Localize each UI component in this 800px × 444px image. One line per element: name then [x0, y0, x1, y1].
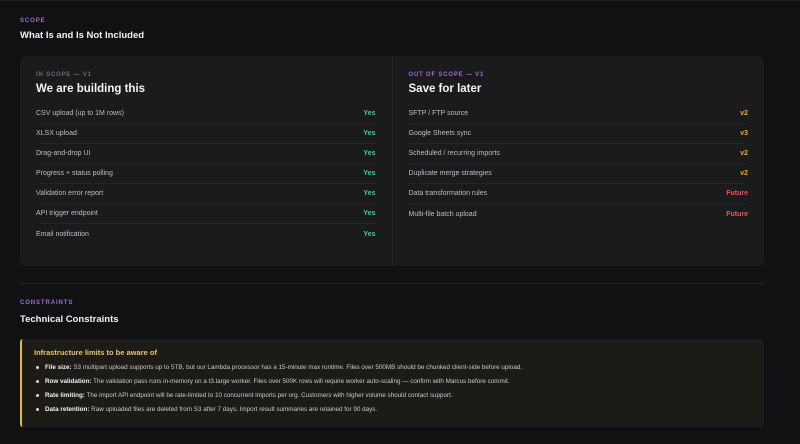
in-scope-label: IN SCOPE — V1	[36, 72, 92, 78]
scope-row: XLSX upload Yes	[36, 124, 376, 144]
scope-item-status: Future	[726, 210, 748, 218]
in-scope-column: IN SCOPE — V1 We are building this CSV u…	[20, 56, 393, 266]
scope-item-status: Yes	[363, 190, 376, 197]
scope-item-name: Email notification	[36, 230, 89, 238]
scope-item-status: Yes	[363, 110, 376, 117]
scope-section-label: SCOPE	[20, 18, 46, 24]
constraints-section-title: Technical Constraints	[20, 314, 119, 325]
scope-item-name: Drag-and-drop UI	[36, 150, 91, 157]
top-divider	[0, 0, 800, 1]
scope-item-status: v2	[740, 110, 748, 117]
scope-item-status: Yes	[363, 170, 376, 177]
scope-row: Email notification Yes	[36, 224, 376, 244]
scope-row: API trigger endpoint Yes	[36, 204, 376, 224]
scope-row: CSV upload (up to 1M rows) Yes	[36, 104, 376, 124]
constraint-text: The validation pass runs in-memory on a …	[91, 378, 510, 385]
scope-item-status: Yes	[363, 130, 376, 137]
scope-row: SFTP / FTP source v2	[408, 104, 748, 124]
constraint-term: File size:	[45, 364, 72, 371]
scope-item-name: API trigger endpoint	[36, 210, 98, 217]
scope-row: Google Sheets sync v3	[408, 124, 748, 144]
scope-item-status: Yes	[363, 230, 376, 238]
constraint-text: Raw uploaded files are deleted from S3 a…	[89, 406, 378, 413]
out-scope-list: SFTP / FTP source v2 Google Sheets sync v3 S…	[393, 104, 765, 224]
scope-item-status: v3	[740, 130, 748, 137]
constraint-term: Rate limiting:	[45, 392, 85, 399]
constraint-text: The import API endpoint will be rate-lim…	[84, 392, 453, 399]
scope-item-name: Validation error report	[36, 190, 104, 197]
scope-row: Scheduled / recurring imports v2	[408, 144, 748, 164]
out-scope-label: OUT OF SCOPE — V1	[408, 72, 485, 78]
scope-item-name: Multi-file batch upload	[408, 210, 477, 218]
scope-item-status: v2	[740, 150, 748, 157]
scope-item-status: Yes	[363, 210, 376, 217]
callout-title: Infrastructure limits to be aware of	[34, 348, 157, 357]
scope-card: IN SCOPE — V1 We are building this CSV u…	[20, 56, 764, 266]
scope-item-name: Scheduled / recurring imports	[408, 150, 500, 157]
scope-item-name: XLSX upload	[36, 130, 77, 137]
constraints-list: File size: S3 multipart upload supports …	[34, 361, 752, 417]
constraint-item: Row validation: The validation pass runs…	[34, 375, 752, 389]
constraint-item: File size: S3 multipart upload supports …	[34, 361, 752, 375]
scope-item-status: Yes	[363, 150, 376, 157]
scope-row: Progress + status polling Yes	[36, 164, 376, 184]
scope-item-name: Data transformation rules	[408, 190, 488, 197]
scope-row: Validation error report Yes	[36, 184, 376, 204]
infrastructure-callout: Infrastructure limits to be aware of Fil…	[20, 339, 764, 427]
scope-row: Duplicate merge strategies v2	[408, 164, 748, 184]
constraint-item: Data retention: Raw uploaded files are d…	[34, 403, 752, 417]
out-scope-title: Save for later	[408, 83, 482, 95]
in-scope-list: CSV upload (up to 1M rows) Yes XLSX upload…	[20, 104, 392, 244]
scope-item-name: Google Sheets sync	[408, 130, 472, 137]
constraint-text: S3 multipart upload supports up to 5TB, …	[71, 364, 523, 371]
scope-item-name: Duplicate merge strategies	[408, 170, 492, 177]
scope-item-name: Progress + status polling	[36, 170, 113, 177]
constraint-term: Data retention:	[45, 406, 90, 413]
scope-row: Data transformation rules Future	[408, 184, 748, 204]
section-divider	[20, 283, 764, 284]
scope-row: Drag-and-drop UI Yes	[36, 144, 376, 164]
scope-item-name: SFTP / FTP source	[408, 110, 469, 117]
in-scope-title: We are building this	[36, 83, 146, 95]
out-scope-column: OUT OF SCOPE — V1 Save for later SFTP / …	[393, 56, 765, 266]
scope-row: Multi-file batch upload Future	[409, 204, 749, 224]
scope-item-status: Future	[726, 190, 748, 197]
scope-item-name: CSV upload (up to 1M rows)	[36, 110, 124, 117]
constraints-section-label: CONSTRAINTS	[20, 300, 74, 306]
constraint-term: Row validation:	[45, 378, 92, 385]
scope-item-status: v2	[740, 170, 748, 177]
scope-section-title: What Is and Is Not Included	[20, 30, 145, 41]
constraint-item: Rate limiting: The import API endpoint w…	[34, 389, 752, 403]
